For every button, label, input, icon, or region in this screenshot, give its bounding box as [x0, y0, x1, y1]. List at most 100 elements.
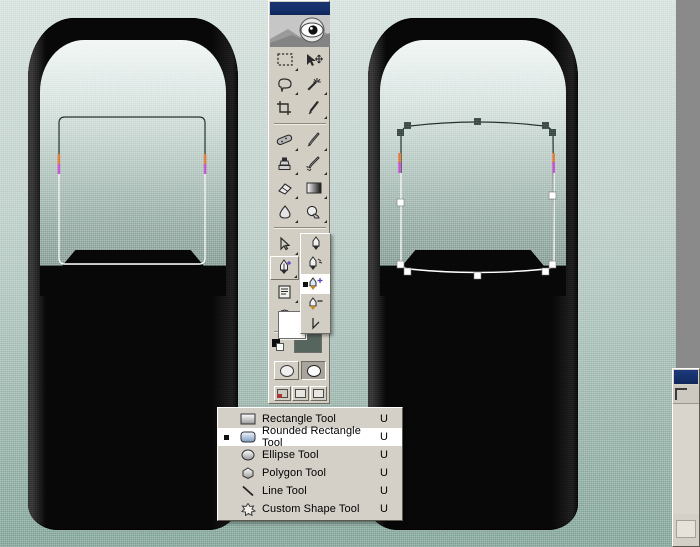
ellipse-shape-icon — [238, 449, 258, 461]
flyout-triangle-icon — [292, 220, 298, 223]
tool-row — [270, 128, 330, 152]
default-colors-icon[interactable] — [272, 339, 284, 351]
clone-stamp-tool[interactable] — [270, 152, 299, 176]
pen-tool-flyout[interactable] — [300, 233, 331, 334]
shape-tool-flyout-menu[interactable]: Rectangle Tool U Rounded Rectangle Tool … — [217, 407, 403, 521]
freeform-pen-tool-flyout-item[interactable] — [301, 254, 330, 274]
anchor-points-light[interactable] — [396, 191, 557, 280]
rectangular-marquee-tool[interactable] — [270, 48, 299, 72]
selected-bullet-icon — [224, 435, 229, 440]
eraser-tool[interactable] — [270, 176, 299, 200]
menu-item-custom-shape-tool[interactable]: Custom Shape Tool U — [218, 500, 402, 518]
flyout-triangle-icon — [292, 92, 298, 95]
marker-magenta-right — [203, 164, 207, 174]
blur-tool[interactable] — [270, 200, 299, 224]
flyout-triangle-icon — [292, 252, 298, 255]
photoshop-eye-logo — [270, 15, 330, 47]
palette-tab-strip[interactable] — [673, 385, 699, 404]
docked-palette-sliver[interactable] — [672, 368, 700, 547]
anchor-points-dark[interactable] — [397, 118, 556, 136]
flyout-triangle-icon — [292, 68, 298, 71]
crop-tool[interactable] — [270, 96, 299, 120]
tool-row — [270, 72, 330, 96]
flyout-triangle-icon — [292, 196, 298, 199]
selected-bullet-icon — [303, 282, 308, 287]
add-anchor-point-tool-flyout-item[interactable] — [301, 274, 330, 294]
rounded-rectangle-shape-icon — [238, 431, 258, 443]
screenshot-root: T — [0, 0, 700, 547]
move-tool[interactable] — [299, 48, 328, 72]
pen-tool[interactable] — [270, 256, 299, 280]
flyout-triangle-icon — [292, 300, 298, 303]
healing-brush-tool[interactable] — [270, 128, 299, 152]
menu-item-shortcut: U — [380, 467, 388, 479]
flyout-triangle-icon — [292, 148, 298, 151]
standard-mode-button[interactable] — [274, 361, 299, 380]
menu-item-label: Line Tool — [262, 485, 307, 497]
notes-tool[interactable] — [270, 280, 299, 304]
tools-palette-title-bar[interactable] — [270, 2, 330, 15]
toolbar-divider — [274, 123, 326, 125]
path-outline-light — [58, 168, 206, 265]
screen-mode-controls[interactable] — [270, 386, 330, 404]
tool-row — [270, 200, 330, 224]
menu-item-shortcut: U — [380, 449, 388, 461]
delete-anchor-point-tool-flyout-item[interactable] — [301, 294, 330, 314]
line-shape-icon — [238, 485, 258, 497]
marker-magenta-left — [398, 162, 401, 173]
marker-magenta-left — [57, 164, 61, 174]
pen-tool-flyout-item[interactable] — [301, 234, 330, 254]
flyout-triangle-icon — [321, 172, 327, 175]
menu-item-label: Ellipse Tool — [262, 449, 319, 461]
palette-body — [673, 404, 699, 514]
palette-title-bar[interactable] — [674, 370, 698, 384]
palette-row[interactable] — [676, 520, 696, 538]
path-curve-dark — [400, 121, 555, 274]
flyout-triangle-icon — [321, 196, 327, 199]
dodge-tool[interactable] — [299, 200, 328, 224]
flyout-triangle-icon — [321, 220, 327, 223]
rectangle-shape-icon — [238, 413, 258, 425]
magic-wand-tool[interactable] — [299, 72, 328, 96]
quick-mask-controls[interactable] — [270, 361, 330, 383]
custom-shape-icon — [238, 502, 258, 516]
full-screen-with-menu-bar[interactable] — [291, 386, 309, 401]
flyout-triangle-icon — [292, 172, 298, 175]
menu-item-rounded-rectangle-tool[interactable]: Rounded Rectangle Tool U — [218, 425, 402, 449]
brush-tool[interactable] — [299, 128, 328, 152]
phone-right-vector-path[interactable] — [368, 18, 628, 348]
flyout-triangle-icon — [321, 92, 327, 95]
standard-screen-mode[interactable] — [273, 386, 291, 401]
path-outline-dark — [58, 116, 206, 265]
flyout-triangle-icon — [321, 148, 327, 151]
quick-mask-mode-button[interactable] — [301, 361, 326, 380]
tool-row — [270, 48, 330, 72]
menu-item-line-tool[interactable]: Line Tool U — [218, 482, 402, 500]
convert-point-tool-flyout-item[interactable] — [301, 314, 330, 334]
full-screen-mode[interactable] — [309, 386, 327, 401]
tool-row — [270, 96, 330, 120]
menu-item-ellipse-tool[interactable]: Ellipse Tool U — [218, 446, 402, 464]
marker-magenta-right — [552, 162, 555, 173]
menu-item-shortcut: U — [380, 503, 388, 515]
menu-item-shortcut: U — [380, 431, 388, 443]
path-curve-light — [400, 173, 555, 274]
lasso-tool[interactable] — [270, 72, 299, 96]
tool-row — [270, 176, 330, 200]
menu-item-label: Rectangle Tool — [262, 413, 336, 425]
toolbar-divider — [274, 227, 326, 229]
history-brush-tool[interactable] — [299, 152, 328, 176]
tool-row — [270, 152, 330, 176]
path-selection-tool[interactable] — [270, 232, 299, 256]
menu-item-shortcut: U — [380, 485, 388, 497]
gradient-tool[interactable] — [299, 176, 328, 200]
polygon-shape-icon — [238, 467, 258, 479]
menu-item-shortcut: U — [380, 413, 388, 425]
tools-palette[interactable]: T — [268, 0, 330, 404]
flyout-triangle-icon — [321, 116, 327, 119]
menu-item-label: Custom Shape Tool — [262, 503, 360, 515]
menu-item-polygon-tool[interactable]: Polygon Tool U — [218, 464, 402, 482]
flyout-triangle-icon — [291, 275, 297, 278]
slice-tool[interactable] — [299, 96, 328, 120]
phone-left-vector-path[interactable] — [28, 18, 288, 338]
